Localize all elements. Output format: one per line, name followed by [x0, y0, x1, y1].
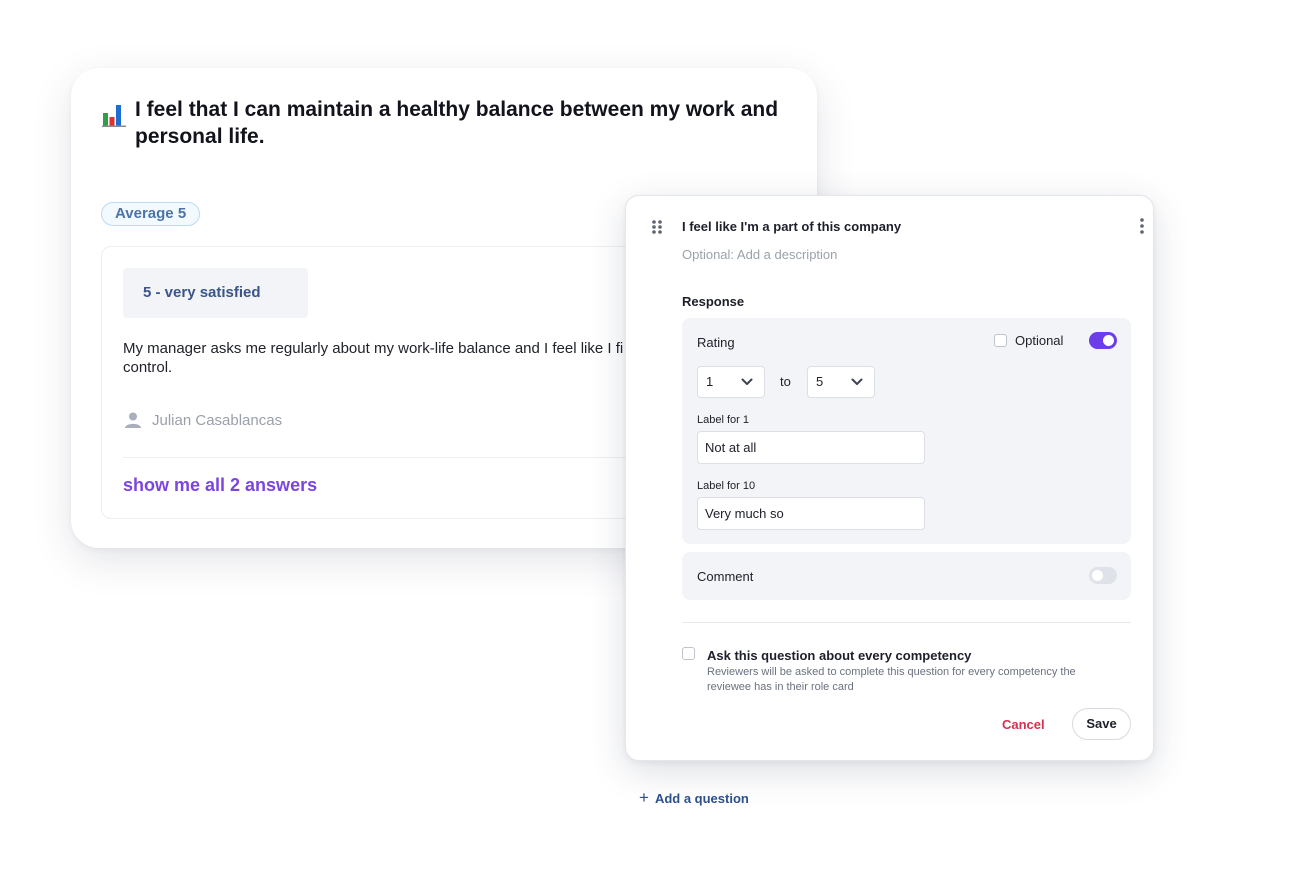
- rating-from-select[interactable]: 1: [697, 366, 765, 398]
- question-editor-card: I feel like I'm a part of this company R…: [625, 195, 1154, 761]
- answer-author: Julian Casablancas: [124, 411, 282, 429]
- rating-toggle[interactable]: [1089, 332, 1117, 349]
- competency-description: Reviewers will be asked to complete this…: [707, 666, 1076, 693]
- chevron-down-icon: [851, 378, 863, 385]
- rating-chip: 5 - very satisfied: [123, 268, 308, 318]
- show-all-answers-link[interactable]: show me all 2 answers: [123, 475, 317, 496]
- toggle-knob: [1092, 570, 1103, 581]
- chevron-down-icon: [741, 378, 753, 385]
- user-icon: [125, 412, 141, 428]
- rating-to-select[interactable]: 5: [807, 366, 875, 398]
- comment-settings-panel: Comment: [682, 552, 1131, 600]
- description-input[interactable]: [682, 247, 982, 262]
- cancel-button[interactable]: Cancel: [998, 709, 1049, 741]
- competency-checkbox[interactable]: [682, 647, 695, 660]
- min-label-caption: Label for 1: [697, 414, 749, 426]
- divider: [682, 622, 1131, 623]
- add-question-button[interactable]: + Add a question: [639, 788, 749, 807]
- max-label-caption: Label for 10: [697, 480, 756, 492]
- optional-checkbox[interactable]: [994, 334, 1007, 347]
- author-name: Julian Casablancas: [152, 411, 283, 429]
- drag-handle-icon[interactable]: [651, 219, 663, 235]
- save-button[interactable]: Save: [1072, 708, 1131, 740]
- rating-to-value: 5: [816, 374, 824, 389]
- survey-question-title: I feel that I can maintain a healthy bal…: [135, 98, 779, 148]
- comment-toggle[interactable]: [1089, 567, 1117, 584]
- max-label-input[interactable]: [697, 497, 925, 530]
- plus-icon: +: [639, 788, 649, 807]
- range-to-label: to: [780, 374, 791, 389]
- optional-label: Optional: [1015, 333, 1064, 348]
- rating-label: Rating: [697, 335, 735, 350]
- toggle-knob: [1103, 335, 1114, 346]
- rating-from-value: 1: [706, 374, 714, 389]
- competency-title: Ask this question about every competency: [707, 648, 972, 663]
- add-question-label: Add a question: [654, 790, 749, 806]
- editor-question-title[interactable]: I feel like I'm a part of this company: [682, 219, 901, 234]
- optional-checkbox-group[interactable]: Optional: [994, 333, 1063, 348]
- rating-settings-panel: Rating Optional 1 to 5 Label for 1 Label…: [682, 318, 1131, 544]
- average-badge: Average 5: [101, 202, 201, 226]
- comment-label: Comment: [697, 569, 754, 584]
- more-options-icon[interactable]: [1138, 217, 1146, 235]
- bar-chart-icon: [102, 101, 126, 127]
- min-label-input[interactable]: [697, 431, 925, 464]
- response-heading: Response: [682, 294, 745, 309]
